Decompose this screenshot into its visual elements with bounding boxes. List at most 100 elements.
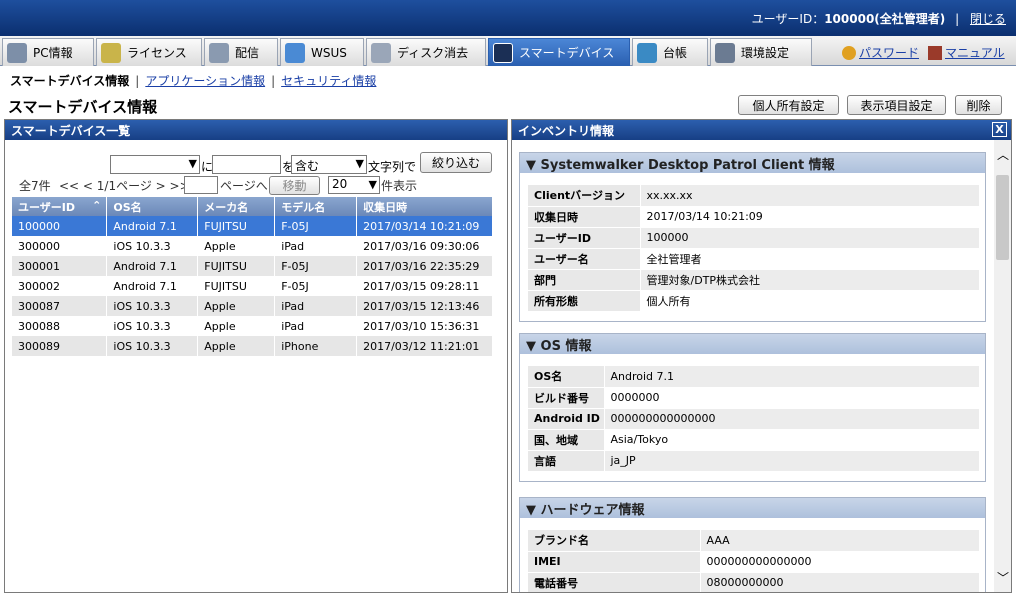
table-cell: 300000 [12,236,108,256]
per-page-select[interactable]: 20 ▼ [328,176,380,194]
manual-link[interactable]: マニュアル [928,44,1005,61]
column-collected-at[interactable]: 収集日時 [356,197,493,216]
filter-match-select[interactable]: 含む ▼ [291,155,367,174]
close-icon[interactable]: X [992,122,1007,137]
table-cell: FUJITSU [197,256,276,276]
table-cell: F-05J [274,216,358,236]
scrollbar-thumb[interactable] [996,175,1009,260]
inventory-value: 全社管理者 [640,248,979,270]
inventory-key: Clientバージョン [528,185,641,207]
inventory-row: ブランド名 AAA [528,530,979,552]
inventory-key: ブランド名 [528,530,701,552]
table-row[interactable]: 300089 iOS 10.3.3 Apple iPhone 2017/03/12 11… [12,336,493,356]
table-cell: 300002 [12,276,108,296]
table-row[interactable]: 100000 Android 7.1 FUJITSU F-05J 2017/03/14 … [12,216,493,236]
inventory-section: ▼ OS 情報 OS名 Android 7.1 ビルド番号 0000000 Android… [519,333,986,482]
device-list-panel: スマートデバイス一覧 ▼ に を 含む ▼ 文字列で 絞り込む 全7件 << < … [4,119,508,593]
inventory-row: 部門 管理対象/DTP株式会社 [528,269,979,291]
table-cell: 2017/03/16 22:35:29 [356,256,493,276]
delete-button[interactable]: 削除 [955,95,1002,115]
move-button[interactable]: 移動 [269,176,320,195]
inventory-row: ユーザーID 100000 [528,227,979,249]
inventory-row: 言語 ja_JP [528,450,979,472]
column-os-name[interactable]: OS名 [106,197,199,216]
inventory-value: xx.xx.xx [640,185,979,207]
table-cell: FUJITSU [197,216,276,236]
table-cell: F-05J [274,256,358,276]
tab-ledger[interactable]: 台帳 [632,38,708,66]
subnav-separator: | [271,74,276,88]
tab-wsus[interactable]: WSUS [280,38,364,66]
table-cell: iOS 10.3.3 [106,336,199,356]
table-cell: 2017/03/12 11:21:01 [356,336,493,356]
inventory-row: OS名 Android 7.1 [528,366,979,388]
header-separator: | [955,12,960,26]
license-icon [101,42,121,63]
table-row[interactable]: 300001 Android 7.1 FUJITSU F-05J 2017/03/16 … [12,256,493,276]
page-number-input[interactable] [184,176,218,194]
inventory-value: 000000000000000 [604,408,979,430]
personal-ownership-button[interactable]: 個人所有設定 [738,95,839,115]
inventory-value: ja_JP [604,450,979,472]
filter-button[interactable]: 絞り込む [420,152,492,173]
chevron-up-icon[interactable]: ︿ [997,146,1009,163]
disk-erase-icon [371,42,391,63]
chevron-down-icon[interactable]: ﹀ [997,569,1009,586]
inventory-row: 電話番号 08000000000 [528,572,979,592]
table-cell: 2017/03/15 09:28:11 [356,276,493,296]
table-cell: F-05J [274,276,358,296]
section-title[interactable]: ▼ Systemwalker Desktop Patrol Client 情報 [520,153,985,173]
display-items-button[interactable]: 表示項目設定 [847,95,946,115]
section-title[interactable]: ▼ OS 情報 [520,334,985,354]
inventory-key: 電話番号 [528,572,701,592]
tab-delivery[interactable]: 配信 [204,38,278,66]
table-cell: iPhone [274,336,358,356]
subnav-security-info-link[interactable]: セキュリティ情報 [281,74,376,88]
inventory-key: ユーザー名 [528,248,641,270]
table-cell: iPad [274,316,358,336]
tab-wsus-label: WSUS [311,45,347,60]
table-row[interactable]: 300002 Android 7.1 FUJITSU F-05J 2017/03/15 … [12,276,493,296]
password-link[interactable]: パスワード [842,44,919,61]
manual-link-label: マニュアル [945,46,1005,60]
table-row[interactable]: 300000 iOS 10.3.3 Apple iPad 2017/03/16 09:3… [12,236,493,256]
inventory-key: 国、地域 [528,429,605,451]
tab-settings[interactable]: 環境設定 [710,38,812,66]
ledger-icon [637,42,657,63]
tab-license[interactable]: ライセンス [96,38,202,66]
delivery-icon [209,42,229,63]
close-link[interactable]: 閉じる [970,12,1006,26]
pager-nav[interactable]: << < 1/1ページ > >> [59,177,190,194]
section-title[interactable]: ▼ ハードウェア情報 [520,498,985,518]
subnav-smart-device-info: スマートデバイス情報 [10,74,130,88]
tab-smart-device[interactable]: スマートデバイス [488,38,630,66]
table-row[interactable]: 300087 iOS 10.3.3 Apple iPad 2017/03/15 12:1… [12,296,493,316]
table-cell: Apple [197,316,276,336]
column-model[interactable]: モデル名 [274,197,358,216]
inventory-title: インベントリ情報 [518,124,615,138]
inventory-value: 0000000 [604,387,979,409]
vertical-scrollbar[interactable]: ︿ ﹀ [994,140,1011,592]
tab-delivery-label: 配信 [235,46,260,60]
filter-text-input[interactable] [212,155,281,174]
password-link-label: パスワード [859,46,920,60]
table-row[interactable]: 300088 iOS 10.3.3 Apple iPad 2017/03/10 15:3… [12,316,493,336]
table-cell: iPad [274,296,358,316]
inventory-key: OS名 [528,366,605,388]
inventory-value: 100000 [640,227,979,249]
tab-disk-erase[interactable]: ディスク消去 [366,38,486,66]
table-cell: Android 7.1 [106,276,199,296]
book-icon [928,45,942,60]
table-cell: 300088 [12,316,108,336]
inventory-row: 所有形態 個人所有 [528,290,979,312]
wsus-icon [285,42,305,63]
filter-field-select[interactable]: ▼ [110,155,200,174]
column-user-id[interactable]: ユーザーID ⌃ [12,197,108,216]
tab-pc-info[interactable]: PC情報 [2,38,94,66]
inventory-scroll-area[interactable]: ▼ Systemwalker Desktop Patrol Client 情報 C… [512,140,993,592]
subnav-app-info-link[interactable]: アプリケーション情報 [145,74,265,88]
smart-device-icon [493,42,513,63]
column-maker[interactable]: メーカ名 [197,197,276,216]
tab-smart-device-label: スマートデバイス [519,46,615,60]
device-table-body: 100000 Android 7.1 FUJITSU F-05J 2017/03/14 … [12,216,493,356]
